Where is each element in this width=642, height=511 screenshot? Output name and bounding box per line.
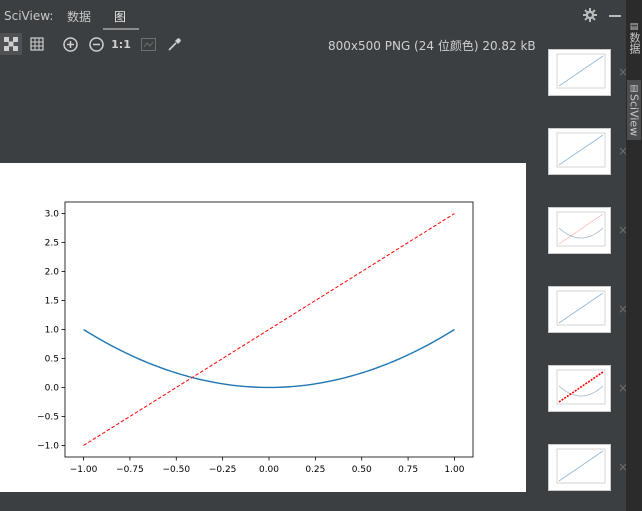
plot-thumbnail[interactable]: [548, 49, 611, 96]
tab-data[interactable]: 数据: [67, 8, 91, 25]
zoom-in-icon: [62, 36, 78, 52]
plot-canvas: −1.00 −0.75 −0.50 −0.25 0.00 0.25 0.50 0.75 1.00…: [0, 163, 526, 492]
actual-size-label: 1:1: [111, 37, 131, 51]
x-tick-label: −0.50: [162, 465, 190, 475]
x-tick-label: 0.75: [398, 465, 418, 475]
chessboard-icon: [4, 37, 18, 51]
thumbnail-preview: [556, 132, 606, 168]
side-tab-sciview-label: SciView: [627, 94, 641, 137]
thumbnail-strip: [545, 32, 626, 511]
y-tick-label: 2.5: [45, 239, 59, 249]
x-tick-label: −0.25: [209, 465, 237, 475]
grid-toggle-button[interactable]: [26, 33, 48, 55]
y-tick-label: 0.0: [45, 383, 60, 393]
series-line-parabola: [83, 328, 455, 389]
series-line-linear: [83, 213, 455, 446]
y-tick-label: 1.5: [45, 297, 59, 307]
y-tick-label: 1.0: [45, 326, 60, 336]
fit-to-window-button[interactable]: [137, 33, 159, 55]
plot-thumbnail[interactable]: [548, 286, 611, 333]
thumbnail-preview: [556, 448, 606, 484]
x-tick-label: −1.00: [70, 465, 98, 475]
color-picker-button[interactable]: [163, 33, 185, 55]
plot-thumbnail[interactable]: [548, 128, 611, 175]
x-tick-label: 0.25: [305, 465, 325, 475]
thumbnail-preview: [556, 53, 606, 89]
plot-thumbnail[interactable]: [548, 444, 611, 491]
thumbnail-preview: [556, 369, 606, 405]
actual-size-button[interactable]: 1:1: [110, 33, 132, 55]
active-tab-indicator: [103, 28, 139, 30]
side-tab-sciview[interactable]: ▥ SciView: [627, 80, 641, 141]
x-tick-label: 0.50: [352, 465, 372, 475]
sciview-header: SciView:: [0, 0, 626, 32]
y-tick-label: 2.0: [45, 268, 60, 278]
line-chart: −1.00 −0.75 −0.50 −0.25 0.00 0.25 0.50 0.75 1.00…: [37, 201, 474, 475]
x-tick-label: 0.00: [259, 465, 279, 475]
grid-icon: [30, 37, 44, 51]
plot-thumbnail[interactable]: [548, 365, 611, 412]
plot-thumbnail[interactable]: [548, 207, 611, 254]
gear-icon[interactable]: [583, 8, 597, 22]
zoom-in-button[interactable]: [59, 33, 81, 55]
fit-icon: [140, 37, 156, 51]
minimize-icon[interactable]: [609, 15, 621, 17]
x-tick-label: 1.00: [444, 465, 464, 475]
side-tab-data-label: 数据: [628, 32, 641, 54]
y-tick-label: 0.5: [45, 354, 59, 364]
thumbnail-preview: [556, 290, 606, 326]
zoom-out-button[interactable]: [85, 33, 107, 55]
thumbnail-preview: [556, 211, 606, 247]
chessboard-toggle-button[interactable]: [0, 33, 22, 55]
y-tick-label: 3.0: [45, 210, 60, 220]
image-info: 800x500 PNG (24 位颜色) 20.82 kB: [328, 39, 536, 53]
y-tick-label: −1.0: [37, 441, 59, 451]
x-tick-label: −0.75: [116, 465, 144, 475]
side-tool-strip: [626, 0, 642, 511]
y-tick-label: −0.5: [37, 412, 59, 422]
color-picker-icon: [167, 37, 181, 51]
tab-plot[interactable]: 图: [114, 8, 126, 25]
zoom-out-icon: [88, 36, 104, 52]
table-icon: ▤: [629, 22, 639, 32]
side-tab-data[interactable]: ▤ 数据: [627, 22, 641, 54]
sciview-icon: ▥: [629, 84, 639, 94]
panel-title: SciView:: [4, 9, 54, 23]
